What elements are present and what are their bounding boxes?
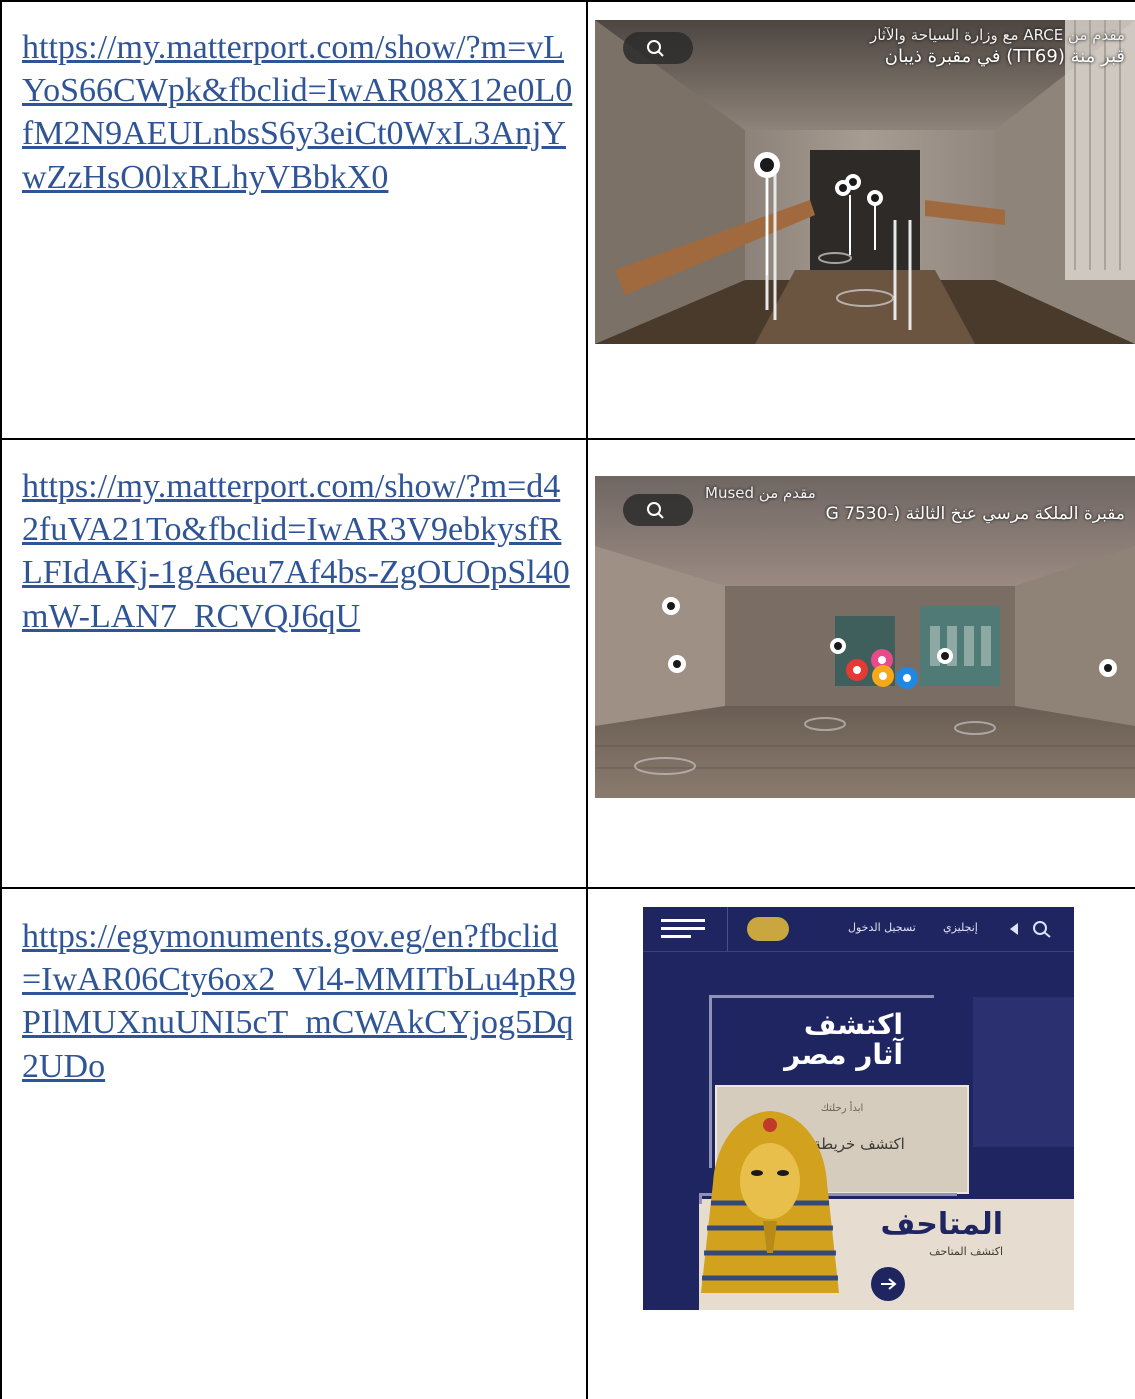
museums-title: المتاحف [880,1207,1003,1242]
hamburger-menu-icon [661,919,705,939]
matterport-link-1[interactable]: https://my.matterport.com/show/?m=vLYoS6… [22,26,577,199]
hero-line-2: آثار مصر [784,1038,903,1071]
tour-caption-location: في مقبرة ذيبان (TT69) قبر منة [884,46,1125,67]
egymonuments-link[interactable]: https://egymonuments.gov.eg/en?fbclid=Iw… [22,915,577,1088]
egymonuments-site-screenshot: تسجيل الدخول إنجليزي اكتشف آثار مصر ابدأ… [643,907,1074,1310]
arrow-right-icon [881,1278,897,1290]
museums-arrow-button[interactable] [871,1267,905,1301]
tour-caption-location: G 7530-) مقبرة الملكة مرسي عنخ الثالثة [825,504,1125,524]
hero-line-1: اكتشف [803,1008,903,1041]
tomb-virtual-tour-screenshot-1: مع وزارة السياحة والآثار ARCE مقدم من في… [595,20,1135,344]
table-column-divider [586,0,588,1399]
tour-caption-top: Mused مقدم من [705,484,816,502]
ministry-logo [747,917,789,941]
document-table: https://my.matterport.com/show/?m=vLYoS6… [0,0,1135,1399]
matterport-link-2[interactable]: https://my.matterport.com/show/?m=d42fuV… [22,465,577,638]
museums-subtitle: اكتشف المتاحف [929,1245,1003,1258]
nav-language: إنجليزي [943,921,978,934]
table-row-divider-2 [0,887,1135,889]
site-top-nav: تسجيل الدخول إنجليزي [643,907,1074,952]
search-icon [1010,921,1051,938]
nav-login: تسجيل الدخول [848,921,916,934]
table-row-divider-1 [0,438,1135,440]
tour-caption-top: مع وزارة السياحة والآثار ARCE مقدم من [869,26,1125,44]
tomb-virtual-tour-screenshot-2: Mused مقدم من G 7530-) مقبرة الملكة مرسي… [595,476,1135,798]
table-border-left [0,0,2,1399]
pharaoh-silhouette-bg [973,997,1074,1147]
tutankhamun-mask-image [701,1111,839,1293]
table-border-top [0,0,1135,2]
